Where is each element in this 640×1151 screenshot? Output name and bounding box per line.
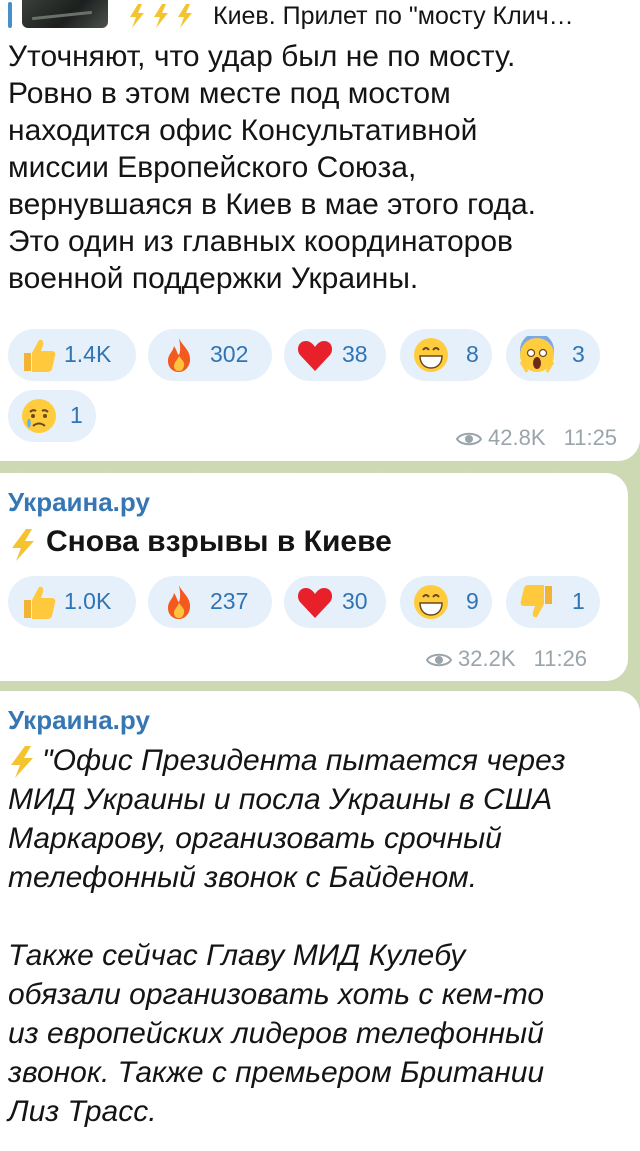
reaction-count: 1.0K [64,588,112,614]
reaction-count: 8 [466,341,479,367]
reaction-thumbs-up[interactable]: 1.4K [8,329,136,381]
message-bubble[interactable]: Украина.ру Снова взрывы в Киеве 1.0K 237… [0,473,628,681]
message-time: 11:25 [563,425,618,450]
reaction-count: 3 [572,341,585,367]
thumbs-down-icon [520,585,552,618]
message-bubble[interactable]: Киев. Прилет по "мосту Клич… Уточняют, ч… [0,0,640,461]
reaction-thumbs-down[interactable]: 1 [506,576,600,628]
message-meta: 42.8K 11:25 [456,425,617,451]
reaction-count: 9 [466,588,479,614]
reaction-grinning[interactable]: 8 [400,329,492,381]
message-bubble[interactable]: Украина.ру "Офис Президента пытается чер… [0,691,640,1151]
lightning-icons [130,4,192,28]
message-text: Уточняют, что удар был не по мосту. Ровн… [8,40,536,295]
reaction-count: 237 [210,588,249,614]
message-text: "Офис Президента пытается через МИД Укра… [8,744,566,1128]
reaction-thumbs-up[interactable]: 1.0K [8,576,136,628]
reaction-fire[interactable]: 237 [148,576,272,628]
fire-icon [168,338,191,372]
message-headline: Снова взрывы в Киеве [46,525,392,558]
channel-name[interactable]: Украина.ру [8,487,150,518]
heart-icon [298,341,332,371]
heart-icon [298,588,332,618]
reply-preview[interactable]: Киев. Прилет по "мосту Клич… [8,0,632,32]
view-count: 42.8K [488,425,546,450]
reaction-count: 30 [342,588,368,614]
reaction-heart[interactable]: 30 [284,576,386,628]
eye-icon [426,653,452,667]
message-time: 11:26 [533,646,588,671]
reaction-heart[interactable]: 38 [284,329,386,381]
thumbs-up-icon [24,339,56,372]
reply-text: Киев. Прилет по "мосту Клич… [213,2,574,30]
reaction-grinning[interactable]: 9 [400,576,492,628]
channel-name[interactable]: Украина.ру [8,705,150,736]
thumbs-up-icon [24,586,56,619]
reaction-crying[interactable]: 1 [8,390,96,442]
reaction-count: 302 [210,341,249,367]
grinning-face-icon [414,338,448,372]
reaction-count: 38 [342,341,368,367]
crying-face-icon [22,399,56,433]
screaming-face-icon [519,336,555,373]
reaction-screaming[interactable]: 3 [506,329,600,381]
reaction-count: 1 [70,402,83,428]
reaction-fire[interactable]: 302 [148,329,272,381]
lightning-icon [12,529,34,561]
eye-icon [456,432,482,446]
reaction-count: 1.4K [64,341,112,367]
fire-icon [168,585,191,619]
reaction-count: 1 [572,588,585,614]
reply-thumbnail [22,0,108,28]
message-meta: 32.2K 11:26 [426,646,587,672]
reply-bar [8,2,12,28]
grinning-face-icon [414,585,448,619]
view-count: 32.2K [458,646,516,671]
